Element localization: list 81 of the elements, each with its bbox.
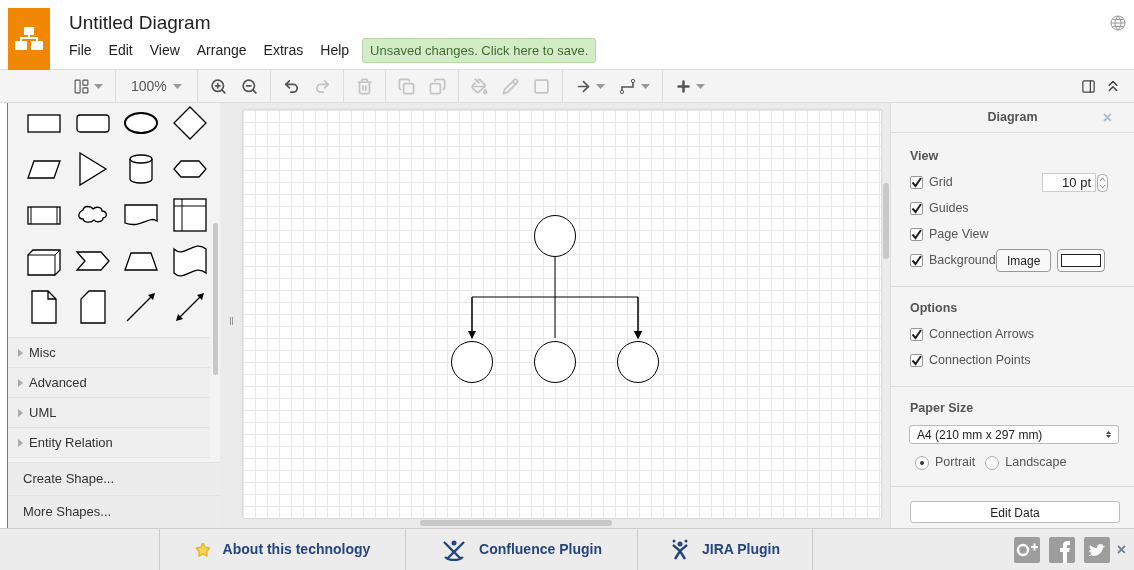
checkbox[interactable] (910, 228, 923, 242)
menu-item[interactable]: Edit (108, 40, 133, 61)
caret-icon (595, 83, 605, 89)
caret-icon (695, 83, 705, 89)
menu-item[interactable]: Help (320, 40, 350, 61)
paint-bucket-icon (470, 77, 488, 95)
footer-link[interactable]: Confluence Plugin (406, 529, 638, 570)
caret-icon (172, 83, 182, 89)
checkbox[interactable] (910, 254, 923, 268)
diagram-title[interactable]: Untitled Diagram (69, 9, 597, 36)
table-icon[interactable] (171, 197, 208, 233)
panel-toggle-icon[interactable] (1081, 78, 1096, 94)
option-label: Page View (929, 226, 989, 244)
select-arrows-icon (1106, 430, 1111, 440)
stack-icon (428, 77, 446, 95)
palette-section[interactable]: Misc (8, 338, 210, 368)
grid-size-field[interactable]: 10 pt (1042, 173, 1096, 193)
zoom-dropdown[interactable]: 100% (121, 75, 192, 97)
checkbox[interactable] (910, 328, 923, 341)
layout-icon (73, 77, 90, 95)
facebook-icon[interactable] (1048, 536, 1075, 563)
menu-item[interactable]: File (69, 40, 92, 61)
radio-label: Landscape (1005, 454, 1067, 472)
menu-item[interactable]: View (149, 40, 180, 61)
option-label: Connection Arrows (929, 326, 1034, 344)
caret-icon (94, 83, 103, 89)
scrollbar[interactable] (882, 183, 889, 259)
globe-icon[interactable] (1110, 15, 1126, 31)
connector-icon (618, 77, 637, 95)
palette-section[interactable]: Entity Relation (8, 428, 210, 458)
checkbox[interactable] (910, 354, 923, 367)
option-label: Guides (929, 200, 969, 218)
image-button[interactable]: Image (996, 249, 1052, 273)
section-heading: Options (910, 299, 959, 317)
section-heading: View (910, 148, 940, 165)
tree-diagram[interactable] (450, 215, 662, 385)
trash-icon (355, 77, 373, 95)
option-label: Grid (929, 174, 953, 192)
resize-handle[interactable] (230, 316, 233, 325)
palette-section[interactable]: UML (8, 398, 210, 428)
caret-icon (640, 83, 650, 89)
diamond-icon[interactable] (171, 105, 208, 141)
sidebar-action[interactable]: More Shapes... (8, 495, 220, 528)
scrollbar[interactable] (212, 223, 218, 375)
undo-icon (282, 77, 300, 95)
color-swatch[interactable] (1057, 249, 1106, 273)
plus-icon (674, 77, 692, 95)
panel-title: Diagram (987, 109, 1038, 127)
zoom-in-icon (209, 77, 227, 95)
menu-item[interactable]: Arrange (196, 40, 247, 61)
footer-link[interactable]: JIRA Plugin (638, 529, 813, 570)
expand-icon (18, 378, 23, 387)
zoom-out-icon (240, 77, 258, 95)
edit-data-button[interactable]: Edit Data (910, 501, 1120, 523)
scrollbar[interactable] (420, 520, 612, 526)
tape-icon[interactable] (171, 243, 208, 279)
redo-icon (313, 77, 331, 95)
radio-button[interactable] (985, 455, 1000, 470)
google-plus-icon[interactable] (1013, 536, 1040, 563)
save-notice[interactable]: Unsaved changes. Click here to save. (362, 37, 597, 64)
option-label: Background (929, 252, 996, 270)
palette-section[interactable]: Advanced (8, 368, 210, 398)
section-heading: Paper Size (910, 399, 975, 417)
square-icon (532, 77, 550, 95)
radio-label: Portrait (935, 454, 976, 472)
star-icon (194, 541, 211, 558)
option-label: Connection Points (929, 352, 1031, 370)
expand-icon (18, 348, 23, 357)
checkbox[interactable] (910, 176, 923, 190)
footer-link[interactable]: About this technology (160, 529, 406, 570)
menu-item[interactable]: Extras (263, 40, 304, 61)
stick-figure-icon (441, 538, 468, 561)
twitter-bird-icon[interactable] (1083, 536, 1110, 563)
sidebar-action[interactable]: Create Shape... (8, 462, 220, 495)
radio-button[interactable] (915, 455, 929, 470)
expand-icon (18, 438, 23, 447)
expand-icon (18, 408, 23, 417)
pencil-icon (501, 77, 519, 95)
stack-icon (397, 77, 415, 95)
paper-size-select[interactable]: A4 (210 mm x 297 mm) (909, 425, 1119, 445)
checkbox[interactable] (910, 202, 923, 216)
